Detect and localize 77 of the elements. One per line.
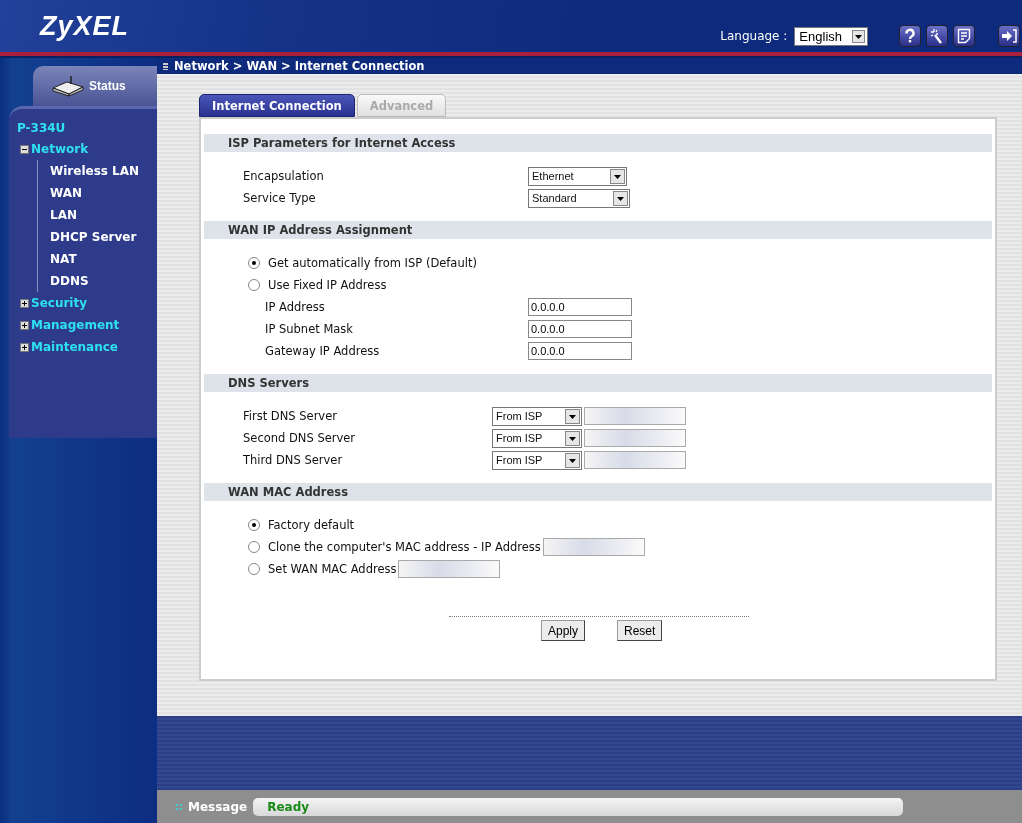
document-icon [956, 28, 972, 44]
form-button[interactable]: Reset [617, 620, 663, 641]
nav-item[interactable]: DDNS [50, 270, 153, 292]
masked-input-field[interactable] [542, 538, 645, 556]
nav-item[interactable]: WAN [50, 182, 153, 204]
nav-item[interactable]: DHCP Server [50, 226, 153, 248]
field-label: Encapsulation [243, 169, 325, 183]
section-header: DNS Servers [204, 374, 992, 392]
dropdown[interactable]: From ISP [492, 428, 582, 448]
expand-icon[interactable] [20, 298, 29, 308]
input-field[interactable]: 0.0.0.0 [528, 342, 632, 360]
logout-icon [1001, 28, 1017, 44]
input-field[interactable]: 0.0.0.0 [528, 320, 632, 338]
caret-icon [565, 430, 580, 446]
field-label: Third DNS Server [243, 453, 344, 467]
option-label: Clone the computer's MAC address - IP Address [268, 540, 541, 554]
nav-group[interactable]: Security [31, 296, 88, 310]
section-header: ISP Parameters for Internet Access [204, 134, 992, 152]
breadcrumb: Network > WAN > Internet Connection [174, 59, 425, 73]
nav-group[interactable]: Network [31, 142, 89, 156]
bullet-icon [175, 803, 182, 810]
masked-input-field[interactable] [398, 560, 501, 578]
language-label: Language : [720, 29, 788, 43]
masked-input-field[interactable] [584, 407, 686, 425]
dropdown[interactable]: Ethernet [528, 166, 627, 186]
field-label: IP Subnet Mask [265, 322, 355, 336]
nav-item[interactable]: LAN [50, 204, 153, 226]
message-label: Message [188, 799, 248, 814]
option-label: Use Fixed IP Address [268, 278, 387, 292]
collapse-icon[interactable] [20, 144, 29, 154]
section-header: WAN MAC Address [204, 483, 992, 501]
help-icon [902, 28, 918, 44]
router-icon [51, 75, 85, 97]
option-label: Get automatically from ISP (Default) [268, 256, 477, 270]
radio-button[interactable] [248, 541, 260, 553]
expand-icon[interactable] [20, 342, 29, 352]
dropdown[interactable]: Standard [528, 188, 630, 208]
expand-icon[interactable] [20, 320, 29, 330]
caret-icon [612, 190, 628, 206]
dropdown[interactable]: From ISP [492, 450, 582, 470]
masked-input-field[interactable] [584, 451, 686, 469]
notes-button[interactable] [953, 25, 975, 47]
option-label: Set WAN MAC Address [268, 562, 397, 576]
input-field[interactable]: 0.0.0.0 [528, 298, 632, 316]
radio-button[interactable] [248, 563, 260, 575]
field-label: Second DNS Server [243, 431, 357, 445]
field-label: Gateway IP Address [265, 344, 381, 358]
nav-group[interactable]: Maintenance [31, 340, 118, 354]
masked-input-field[interactable] [584, 429, 686, 447]
option-label: Factory default [268, 518, 355, 532]
radio-button[interactable] [248, 279, 260, 291]
logout-button[interactable] [998, 25, 1020, 47]
bullet-icon [163, 62, 168, 70]
field-label: First DNS Server [243, 409, 338, 423]
nav-item[interactable]: Wireless LAN [50, 160, 153, 182]
help-button[interactable] [899, 25, 921, 47]
radio-button[interactable] [248, 257, 260, 269]
caret-icon [852, 29, 865, 43]
form-button[interactable]: Apply [541, 620, 586, 641]
device-name: P-334U [17, 121, 67, 135]
tab[interactable]: Internet Connection [199, 94, 355, 117]
logo: ZyXEL [40, 10, 130, 42]
message-field: Ready [253, 797, 904, 816]
field-label: IP Address [265, 300, 326, 314]
nav-group[interactable]: Management [31, 318, 120, 332]
caret-icon [609, 168, 625, 184]
caret-icon [565, 408, 580, 424]
status-tab[interactable]: Status [33, 66, 157, 106]
section-header: WAN IP Address Assignment [204, 221, 992, 239]
language-select[interactable]: English [794, 26, 868, 46]
dropdown[interactable]: From ISP [492, 406, 582, 426]
magic-wand-icon [929, 28, 945, 44]
radio-button[interactable] [248, 519, 260, 531]
field-label: Service Type [243, 191, 317, 205]
nav-item[interactable]: NAT [50, 248, 153, 270]
wizard-button[interactable] [926, 25, 948, 47]
caret-icon [565, 452, 580, 468]
